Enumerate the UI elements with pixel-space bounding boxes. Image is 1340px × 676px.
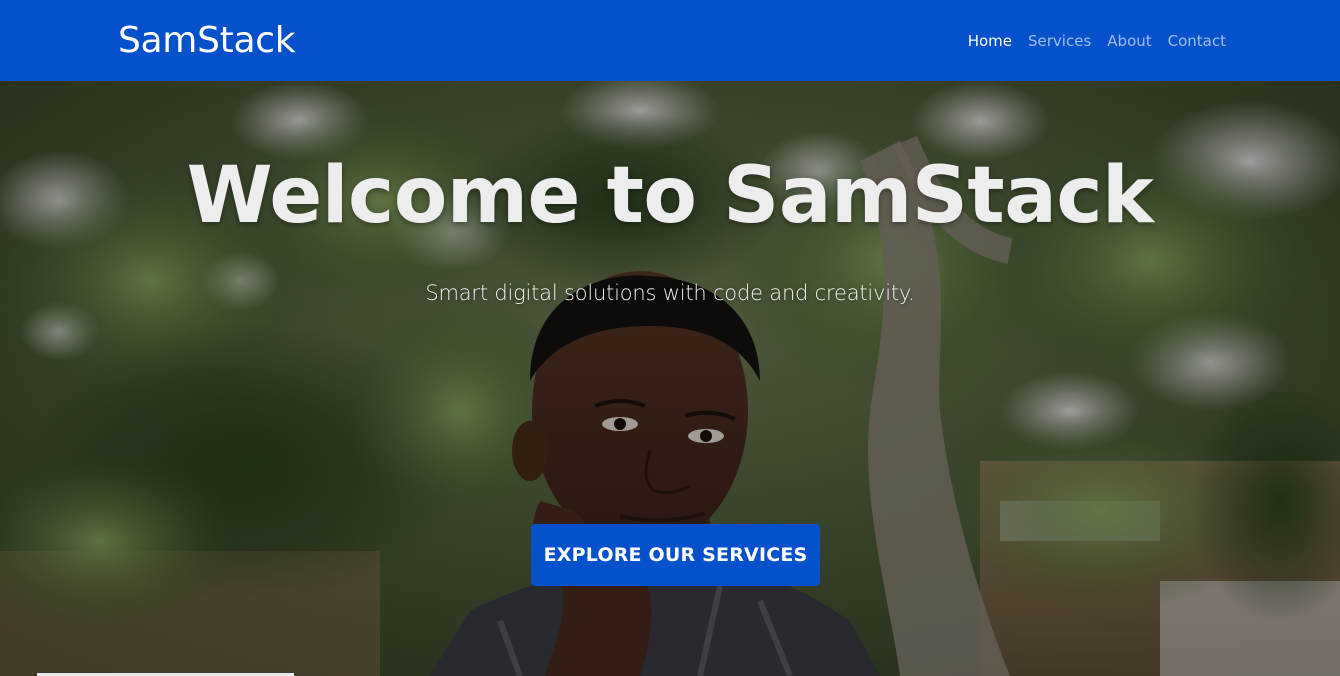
explore-services-button[interactable]: EXPLORE OUR SERVICES: [531, 524, 820, 586]
nav-link-services[interactable]: Services: [1028, 32, 1091, 50]
nav-link-contact[interactable]: Contact: [1168, 32, 1226, 50]
top-navbar: SamStack Home Services About Contact: [0, 0, 1340, 81]
nav-link-about[interactable]: About: [1107, 32, 1151, 50]
nav-links: Home Services About Contact: [968, 32, 1226, 50]
hero-subtitle: Smart digital solutions with code and cr…: [425, 281, 915, 305]
hero-title: Welcome to SamStack: [186, 151, 1154, 241]
hero-section: Welcome to SamStack Smart digital soluti…: [0, 81, 1340, 676]
brand-logo[interactable]: SamStack: [118, 20, 296, 61]
nav-link-home[interactable]: Home: [968, 32, 1012, 50]
hero-content: Welcome to SamStack Smart digital soluti…: [0, 81, 1340, 305]
